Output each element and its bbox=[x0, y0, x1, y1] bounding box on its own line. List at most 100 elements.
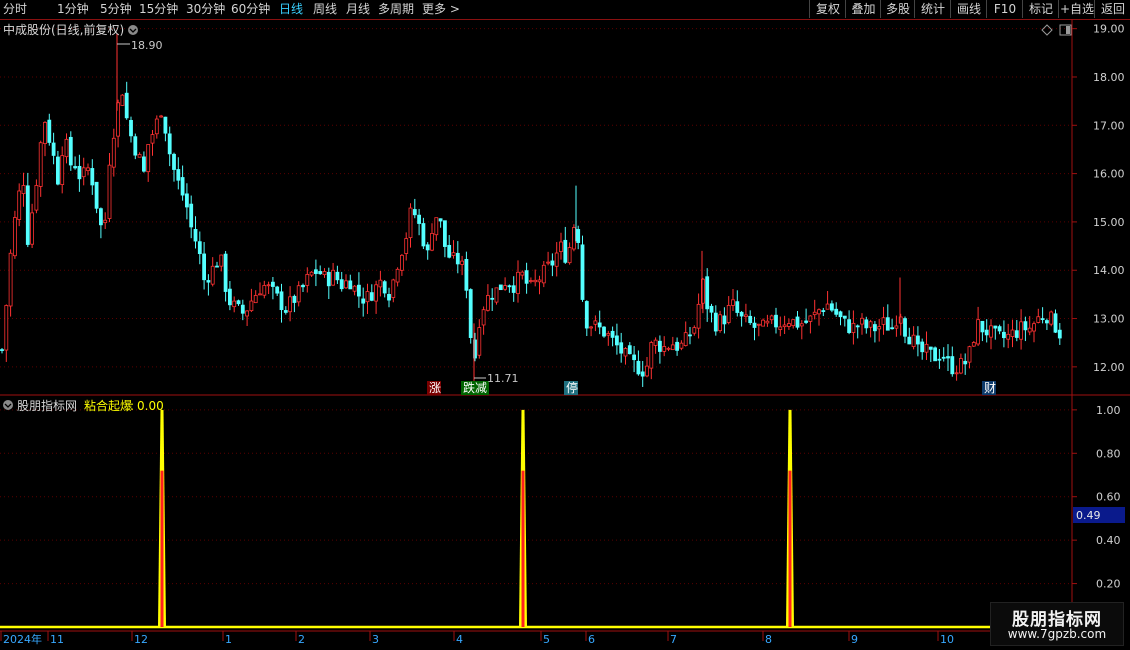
candle-body bbox=[993, 325, 998, 329]
candle-body bbox=[868, 321, 873, 328]
candle-body bbox=[167, 133, 172, 155]
main-price-axis: 19.00 18.00 17.00 16.00 15.00 14.00 13.00 12.00 bbox=[1072, 23, 1125, 374]
event-marker-label[interactable]: 财 bbox=[984, 381, 996, 395]
candle-body bbox=[408, 207, 413, 239]
candle-body bbox=[821, 310, 826, 312]
event-marker-label[interactable]: 跌减 bbox=[463, 380, 487, 395]
candle-body bbox=[688, 334, 692, 337]
candle-body bbox=[133, 136, 138, 156]
main-tick-label: 14.00 bbox=[1093, 264, 1125, 277]
candle-body bbox=[550, 260, 555, 266]
candle-body bbox=[941, 356, 946, 359]
period-tab-1[interactable]: 1分钟 bbox=[57, 1, 89, 17]
high-price-label: 18.90 bbox=[131, 39, 163, 52]
period-tab-6[interactable]: 日线 bbox=[279, 1, 303, 17]
toolbar-button-2[interactable]: 多股 bbox=[880, 0, 915, 18]
candle-body bbox=[296, 285, 301, 303]
candle-body bbox=[761, 319, 765, 327]
toolbar-button-5[interactable]: F10 bbox=[986, 0, 1023, 18]
candle-body bbox=[266, 284, 271, 287]
candle-body bbox=[739, 311, 744, 317]
candle-body bbox=[584, 301, 589, 329]
candle-body bbox=[645, 365, 649, 377]
period-tab-5[interactable]: 60分钟 bbox=[231, 1, 270, 17]
period-tab-2[interactable]: 5分钟 bbox=[100, 1, 132, 17]
candle-body bbox=[894, 325, 899, 329]
candle-body bbox=[520, 271, 525, 276]
candle-body bbox=[696, 303, 701, 329]
main-panel-title: 中成股份(日线,前复权) bbox=[3, 22, 124, 37]
candle-body bbox=[249, 300, 254, 312]
period-tab-9[interactable]: 多周期 bbox=[378, 1, 414, 17]
candle-body bbox=[159, 115, 164, 118]
candle-body bbox=[666, 347, 671, 350]
candle-body bbox=[580, 244, 585, 300]
candle-body bbox=[795, 316, 800, 328]
sub-tick-label: 0.80 bbox=[1096, 447, 1121, 460]
candle-body bbox=[8, 252, 13, 307]
sub-panel-menu-icon[interactable] bbox=[3, 400, 13, 410]
toolbar-button-7[interactable]: +自选 bbox=[1058, 0, 1095, 18]
candle-body bbox=[997, 326, 1002, 332]
period-tab-4[interactable]: 30分钟 bbox=[186, 1, 225, 17]
candle-body bbox=[632, 354, 636, 361]
candle-body bbox=[477, 327, 482, 356]
candle-body bbox=[344, 280, 348, 289]
period-tab-10[interactable]: 更多 > bbox=[422, 1, 460, 17]
candle-body bbox=[980, 320, 985, 333]
candle-body bbox=[197, 241, 202, 255]
candle-body bbox=[1053, 313, 1058, 333]
candle-body bbox=[649, 342, 654, 369]
period-tab-7[interactable]: 周线 bbox=[313, 1, 337, 17]
toolbar-button-3[interactable]: 统计 bbox=[914, 0, 951, 18]
main-panel-menu-icon[interactable] bbox=[128, 25, 138, 35]
event-marker-label[interactable]: 停 bbox=[566, 380, 578, 395]
diamond-icon[interactable] bbox=[1041, 24, 1053, 36]
candle-body bbox=[640, 371, 645, 377]
candle-body bbox=[0, 349, 4, 351]
main-tick-label: 17.00 bbox=[1093, 119, 1125, 132]
candle-body bbox=[1040, 318, 1045, 321]
candle-body bbox=[356, 284, 361, 297]
candle-body bbox=[137, 154, 142, 158]
event-marker-label[interactable]: 涨 bbox=[429, 380, 441, 395]
candle-body bbox=[326, 271, 331, 287]
candle-body bbox=[301, 284, 305, 288]
candle-body bbox=[425, 244, 430, 251]
sub-tick-label: 0.60 bbox=[1096, 491, 1121, 504]
candle-body bbox=[68, 136, 73, 166]
candle-body bbox=[339, 279, 344, 290]
candle-body bbox=[77, 165, 82, 180]
candle-body bbox=[210, 265, 215, 285]
candle-body bbox=[412, 209, 417, 216]
stock-chart[interactable]: 19.00 18.00 17.00 16.00 15.00 14.00 13.00 12.00… bbox=[0, 19, 1130, 650]
candle-body bbox=[989, 325, 993, 338]
candle-body bbox=[12, 217, 17, 257]
candle-body bbox=[563, 239, 568, 263]
candle-body bbox=[782, 324, 787, 328]
toolbar-button-8[interactable]: 返回 bbox=[1094, 0, 1130, 18]
candle-body bbox=[442, 220, 447, 247]
period-tab-3[interactable]: 15分钟 bbox=[139, 1, 178, 17]
main-tick-label: 15.00 bbox=[1093, 216, 1125, 229]
candle-body bbox=[653, 339, 658, 346]
toolbar-button-1[interactable]: 叠加 bbox=[845, 0, 881, 18]
period-tab-8[interactable]: 月线 bbox=[346, 1, 370, 17]
candle-body bbox=[283, 310, 288, 313]
toolbar-button-4[interactable]: 画线 bbox=[950, 0, 987, 18]
candle-body bbox=[490, 297, 495, 300]
candle-body bbox=[309, 271, 314, 276]
signal-spike-core bbox=[788, 470, 792, 627]
candle-body bbox=[658, 340, 662, 352]
candle-body bbox=[847, 319, 851, 333]
candle-body bbox=[434, 217, 439, 236]
toolbar-button-0[interactable]: 复权 bbox=[809, 0, 846, 18]
main-tick-label: 19.00 bbox=[1093, 23, 1125, 36]
candle-body bbox=[1036, 316, 1041, 323]
candle-body bbox=[253, 295, 258, 304]
period-tab-0[interactable]: 分时 bbox=[3, 1, 27, 17]
toolbar-button-6[interactable]: 标记 bbox=[1022, 0, 1059, 18]
candle-body bbox=[107, 164, 112, 219]
candle-body bbox=[245, 310, 250, 317]
date-label: 8 bbox=[765, 633, 772, 646]
